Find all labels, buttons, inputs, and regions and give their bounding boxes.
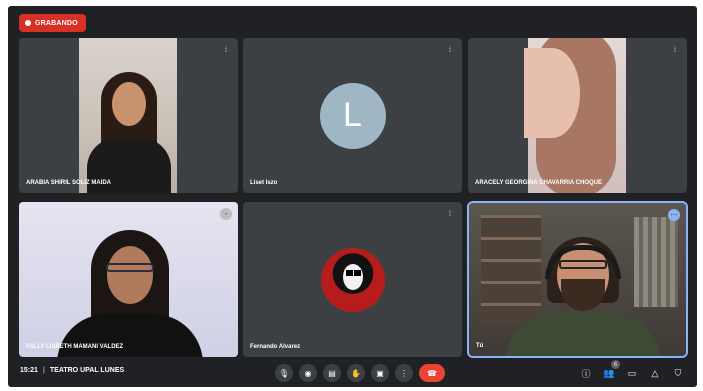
captions-icon[interactable]: ▤ bbox=[323, 364, 341, 382]
participant-video bbox=[79, 38, 177, 193]
mic-muted-icon: ⁞ bbox=[674, 46, 676, 54]
participant-video bbox=[524, 38, 626, 193]
speaking-indicator-icon: ◦ bbox=[220, 208, 232, 220]
participant-name: Fernando Alvarez bbox=[250, 344, 301, 350]
participant-tile-1[interactable]: ⁞ ARABIA SHIRIL SOLIZ MAIDA bbox=[19, 38, 238, 193]
participant-tile-self[interactable]: ⋯ Tú bbox=[467, 201, 688, 358]
meeting-title: TEATRO UPAL LUNES bbox=[49, 367, 125, 374]
chat-icon[interactable]: ▭ bbox=[625, 364, 639, 382]
bottom-toolbar: 15:21 | TEATRO UPAL LUNES 🎙 ◉ ▤ ✋ ▣ ⋮ ☎ ⓘ … bbox=[8, 359, 697, 387]
avatar bbox=[320, 247, 385, 312]
participant-video bbox=[469, 203, 686, 356]
side-controls: ⓘ 👥 6 ▭ △ ⛉ bbox=[579, 360, 685, 382]
mic-muted-icon: ⁞ bbox=[225, 46, 227, 54]
more-options-icon[interactable]: ⋮ bbox=[395, 364, 413, 382]
participant-tile-2[interactable]: L ⁞ Liset Iszo bbox=[243, 38, 462, 193]
participant-name: Tú bbox=[476, 343, 484, 349]
participant-tile-3[interactable]: ⁞ ARACELY GEORGINA CHAVARRIA CHOQUE bbox=[468, 38, 687, 193]
separator: | bbox=[42, 367, 45, 374]
participant-name: Liset Iszo bbox=[250, 180, 278, 186]
host-controls-icon[interactable]: ⛉ bbox=[671, 364, 685, 382]
meet-window: GRABANDO ⁞ ARABIA SHIRIL SOLIZ MAIDA L ⁞… bbox=[8, 6, 697, 387]
avatar: L bbox=[319, 82, 386, 149]
call-controls: 🎙 ◉ ▤ ✋ ▣ ⋮ ☎ bbox=[275, 364, 445, 382]
mic-muted-icon: ⁞ bbox=[449, 46, 451, 54]
participant-name: FALLY LISBETH MAMANI VALDEZ bbox=[26, 344, 124, 350]
people-icon[interactable]: 👥 6 bbox=[602, 360, 620, 382]
recording-label: GRABANDO bbox=[35, 19, 78, 27]
meeting-details: 15:21 | TEATRO UPAL LUNES bbox=[20, 367, 124, 374]
present-icon[interactable]: ▣ bbox=[371, 364, 389, 382]
mic-icon[interactable]: 🎙 bbox=[275, 364, 293, 382]
activities-icon[interactable]: △ bbox=[648, 364, 662, 382]
participant-tile-5[interactable]: ⁞ Fernando Alvarez bbox=[243, 202, 462, 357]
participant-video bbox=[19, 202, 238, 357]
meeting-time: 15:21 bbox=[20, 367, 38, 374]
leave-call-icon[interactable]: ☎ bbox=[419, 364, 445, 382]
recording-dot-icon bbox=[25, 20, 31, 26]
participant-name: ARABIA SHIRIL SOLIZ MAIDA bbox=[26, 180, 111, 186]
participant-count-badge: 6 bbox=[611, 360, 620, 369]
participant-name: ARACELY GEORGINA CHAVARRIA CHOQUE bbox=[475, 180, 603, 186]
info-icon[interactable]: ⓘ bbox=[579, 364, 593, 382]
speaking-indicator-icon: ⋯ bbox=[668, 209, 680, 221]
recording-badge: GRABANDO bbox=[19, 14, 86, 32]
raise-hand-icon[interactable]: ✋ bbox=[347, 364, 365, 382]
camera-icon[interactable]: ◉ bbox=[299, 364, 317, 382]
mic-muted-icon: ⁞ bbox=[449, 210, 451, 218]
participant-tile-4[interactable]: ◦ FALLY LISBETH MAMANI VALDEZ bbox=[19, 202, 238, 357]
